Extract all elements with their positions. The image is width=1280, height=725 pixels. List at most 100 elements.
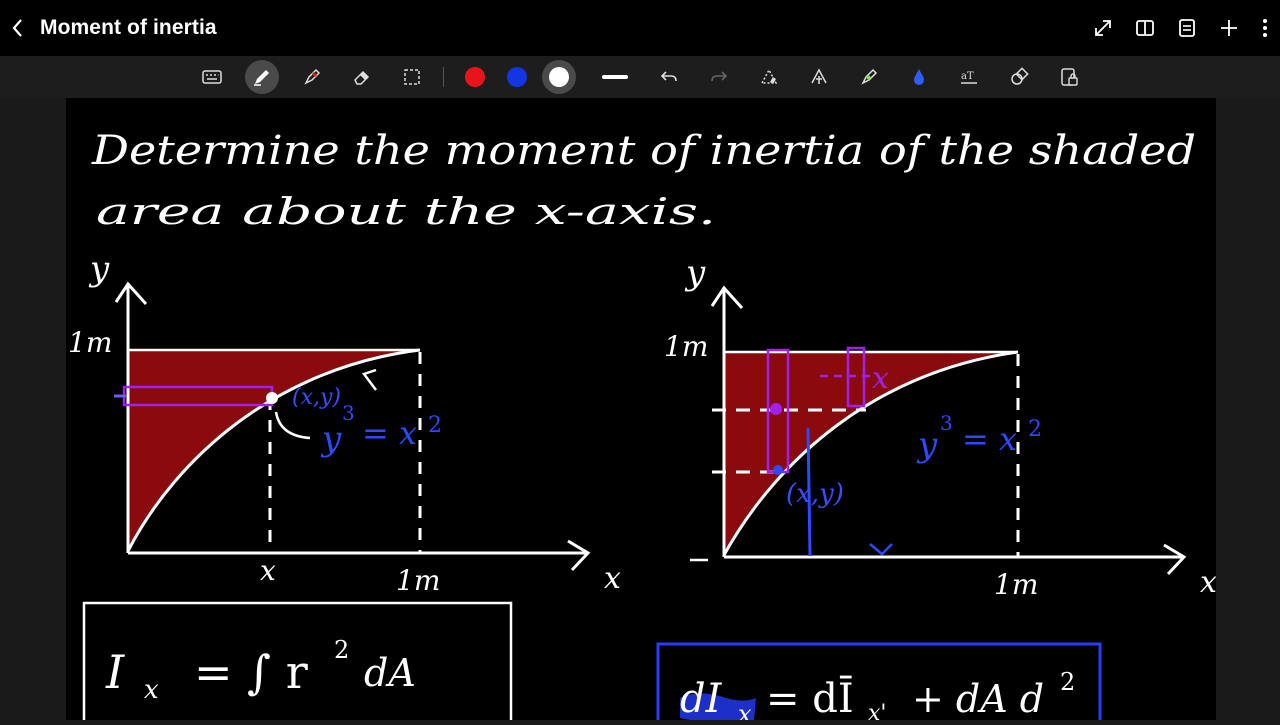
stroke-width-icon xyxy=(601,75,628,79)
left-y-axis-label: y xyxy=(88,249,110,289)
right-equation-rhs-exp: 2 xyxy=(1028,417,1042,442)
problem-line-2: area about the x-axis. xyxy=(96,192,716,233)
marker-tool[interactable] xyxy=(852,60,886,94)
color-swatch-white xyxy=(548,67,569,87)
text-box-icon: aT xyxy=(960,71,977,84)
drawing-toolbar: aT xyxy=(0,56,1280,98)
formula-dix-tail: + dA d xyxy=(912,677,1044,720)
ink-drop-icon xyxy=(913,69,924,85)
keyboard-icon xyxy=(201,70,222,84)
formula-dix-mid-sub: x' xyxy=(868,701,886,720)
right-y-arrow xyxy=(710,285,744,310)
formula-dix-lhs: dI xyxy=(680,676,723,720)
formula-box-ix: I x = ∫ r 2 dA xyxy=(82,601,513,725)
right-point-label: (x,y) xyxy=(786,479,844,509)
plus-icon xyxy=(1221,20,1237,36)
svg-text:aT: aT xyxy=(961,71,974,82)
more-options-button[interactable] xyxy=(1250,0,1280,56)
formula-ix-sub: x xyxy=(144,675,159,705)
left-point-marker xyxy=(266,392,278,404)
read-only-tool[interactable] xyxy=(1052,60,1086,94)
left-margin xyxy=(0,98,66,720)
text-box-tool[interactable]: aT xyxy=(952,60,986,94)
left-x-arrow xyxy=(567,539,591,572)
right-x-tick-1m: 1m xyxy=(994,568,1038,601)
formula-dix-exp: 2 xyxy=(1060,668,1075,696)
text-pen-icon xyxy=(810,68,827,84)
left-y-tick-1m: 1m xyxy=(68,326,112,359)
formula-box-dix: dI x = dĪ x' + dA d 2 xyxy=(656,642,1102,725)
keyboard-tool[interactable] xyxy=(195,60,229,94)
handwriting-layer: Determine the moment of inertia of the s… xyxy=(68,128,1217,725)
eraser-icon xyxy=(353,70,369,85)
left-x-tick-1m: 1m xyxy=(396,564,440,597)
color-red[interactable] xyxy=(458,60,492,94)
chevron-left-icon xyxy=(12,19,22,37)
expand-button[interactable] xyxy=(1082,0,1124,56)
problem-line-1: Determine the moment of inertia of the s… xyxy=(91,128,1196,174)
lasso-select-tool[interactable] xyxy=(395,60,429,94)
undo-icon xyxy=(660,71,677,82)
highlighter-tool[interactable] xyxy=(295,60,329,94)
left-point-label: (x,y) xyxy=(292,385,341,410)
right-equation-rhs: = x xyxy=(962,420,1017,458)
formula-ix-tail: dA xyxy=(364,651,416,695)
page-title: Moment of inertia xyxy=(40,16,217,39)
shapes-tool[interactable] xyxy=(1002,60,1036,94)
redo-icon xyxy=(710,71,727,82)
marker-icon xyxy=(860,68,877,85)
highlighter-icon xyxy=(303,68,320,85)
right-y-axis-label: y xyxy=(684,253,706,293)
selection-icon xyxy=(403,69,420,85)
more-vertical-icon xyxy=(1263,19,1267,37)
right-bottom-mark xyxy=(869,543,893,556)
color-swatch-blue xyxy=(506,67,527,87)
ink-color-tool[interactable] xyxy=(902,60,936,94)
stroke-width-tool[interactable] xyxy=(598,60,632,94)
left-equation-rhs: = x xyxy=(362,414,417,452)
color-swatch-red xyxy=(464,67,485,87)
formula-ix-rhs: = ∫ r xyxy=(194,645,308,699)
text-shape-tool[interactable] xyxy=(802,60,836,94)
add-page-button[interactable] xyxy=(1208,0,1250,56)
right-equation-exp: 3 xyxy=(940,411,953,435)
color-blue[interactable] xyxy=(500,60,534,94)
left-figure: y 1m x 1m x (x,y) y 3 = x 2 xyxy=(68,249,621,597)
right-centroid-marker xyxy=(770,403,782,415)
left-leader-line xyxy=(274,411,311,440)
expand-icon xyxy=(1095,20,1111,36)
top-actions xyxy=(1082,0,1280,56)
pen-icon xyxy=(253,70,269,86)
right-figure: y 1m 1m x (x,y) x y 3 = x 2 xyxy=(664,253,1217,601)
toolbar-divider xyxy=(442,67,444,87)
page-settings-button[interactable] xyxy=(1166,0,1208,56)
formula-ix-exp: 2 xyxy=(334,636,349,664)
shape-pen-icon xyxy=(760,68,777,84)
right-element-mark: x xyxy=(872,361,889,396)
right-point-marker xyxy=(773,465,783,475)
lock-page-icon xyxy=(1060,68,1078,86)
back-button[interactable] xyxy=(2,0,34,56)
formula-dix-mid: = dĪ xyxy=(766,676,854,720)
left-equation-exp: 3 xyxy=(342,401,355,425)
left-equation-lhs: y xyxy=(320,419,342,459)
redo-button[interactable] xyxy=(702,60,736,94)
note-canvas[interactable]: Determine the moment of inertia of the s… xyxy=(66,98,1217,725)
right-x-axis-label: x xyxy=(1200,565,1216,600)
shape-pen-tool[interactable] xyxy=(752,60,786,94)
right-x-arrow xyxy=(1163,543,1187,576)
right-margin xyxy=(1216,98,1280,720)
document-icon xyxy=(1179,19,1195,37)
color-white[interactable] xyxy=(541,60,576,94)
left-y-arrow xyxy=(114,281,148,306)
top-app-bar: Moment of inertia xyxy=(0,0,1280,56)
pen-tool[interactable] xyxy=(244,60,279,94)
formula-ix-lhs: I xyxy=(105,645,125,699)
left-arrow-hint xyxy=(361,368,377,391)
book-view-button[interactable] xyxy=(1124,0,1166,56)
eraser-tool[interactable] xyxy=(345,60,379,94)
right-y-tick-1m: 1m xyxy=(664,330,708,363)
undo-button[interactable] xyxy=(652,60,686,94)
right-equation-lhs: y xyxy=(916,425,938,465)
left-x-axis-label: x xyxy=(604,561,621,596)
